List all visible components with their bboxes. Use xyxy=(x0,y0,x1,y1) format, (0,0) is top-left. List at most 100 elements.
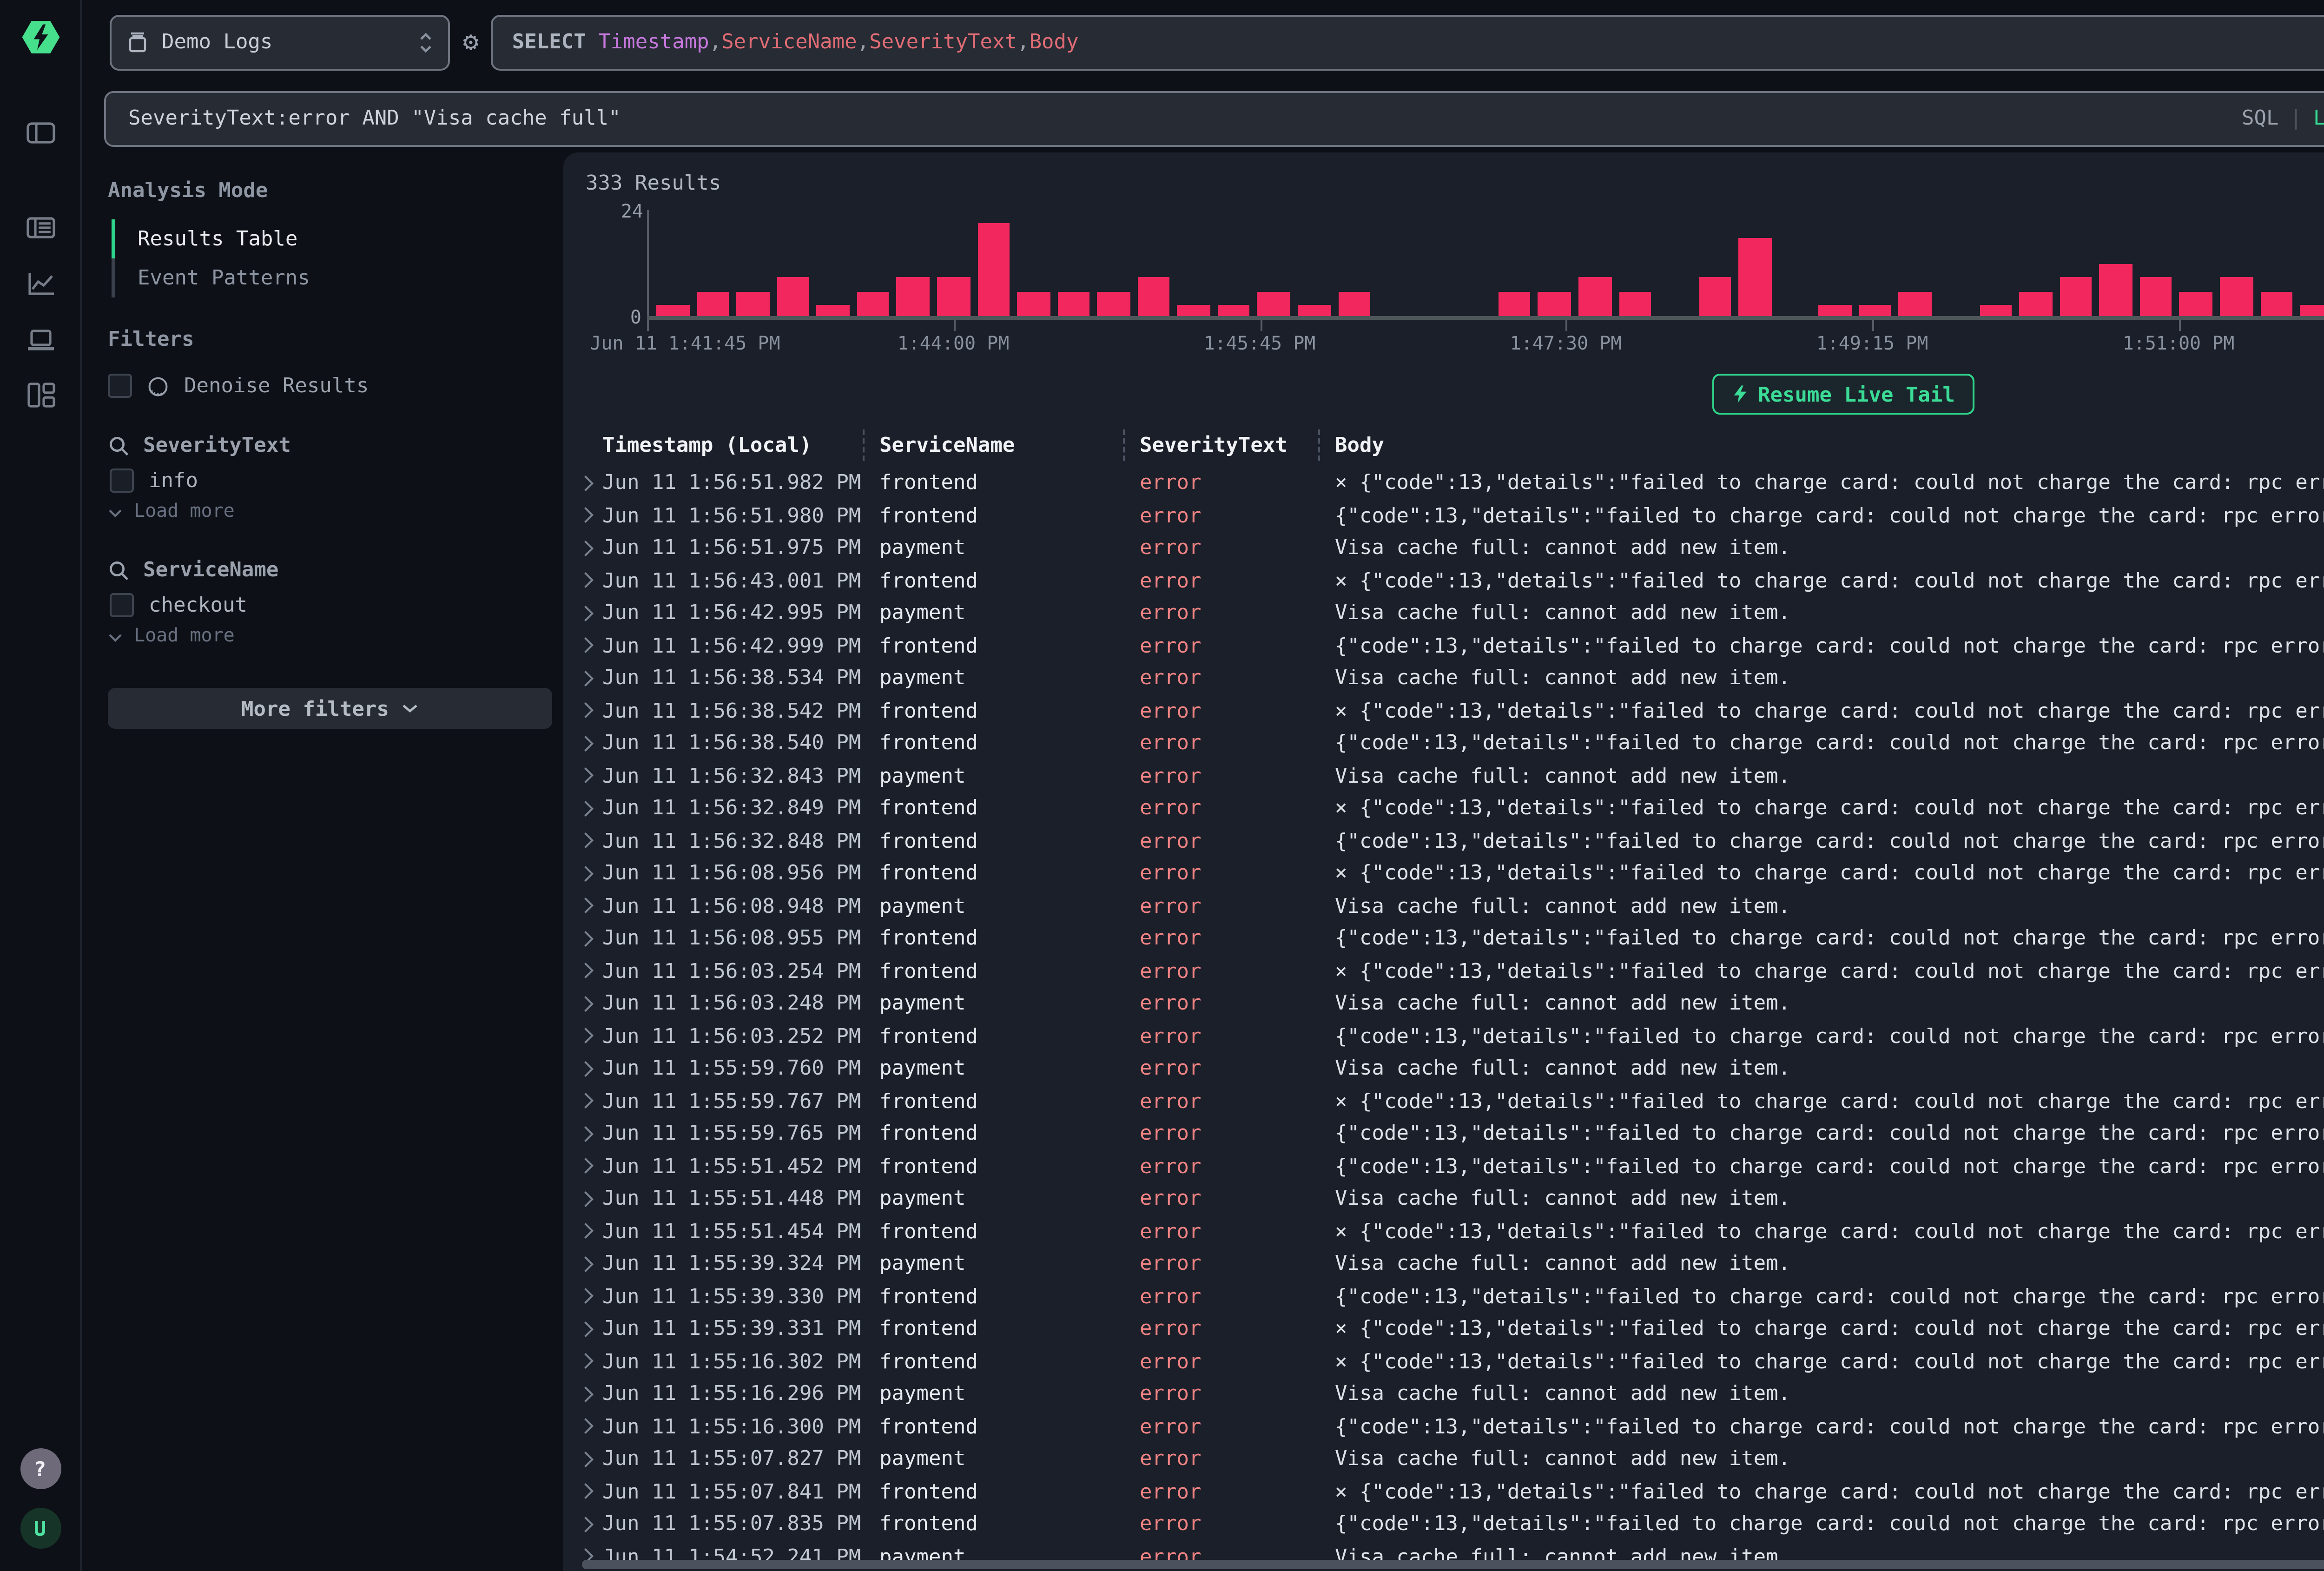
table-row[interactable]: Jun 11 1:55:07.835 PMfrontenderror{"code… xyxy=(563,1508,2324,1540)
row-expand-chevron[interactable] xyxy=(576,1486,602,1497)
filter-group-header[interactable]: SeverityText xyxy=(108,428,563,463)
table-row[interactable]: Jun 11 1:56:32.848 PMfrontenderror{"code… xyxy=(563,825,2324,857)
histogram-bar[interactable] xyxy=(1498,291,1531,318)
denoise-checkbox[interactable] xyxy=(108,374,132,398)
table-row[interactable]: Jun 11 1:56:32.843 PMpaymenterrorVisa ca… xyxy=(563,759,2324,792)
table-row[interactable]: Jun 11 1:55:39.330 PMfrontenderror{"code… xyxy=(563,1280,2324,1313)
row-expand-chevron[interactable] xyxy=(576,1453,602,1465)
table-row[interactable]: Jun 11 1:55:39.324 PMpaymenterrorVisa ca… xyxy=(563,1248,2324,1280)
histogram-bar[interactable] xyxy=(1097,291,1130,318)
table-row[interactable]: Jun 11 1:55:16.302 PMfrontenderror× {"co… xyxy=(563,1345,2324,1378)
select-query-input[interactable]: SELECT Timestamp, ServiceName, SeverityT… xyxy=(492,14,2324,70)
table-row[interactable]: Jun 11 1:56:08.956 PMfrontenderror× {"co… xyxy=(563,857,2324,890)
app-logo-icon[interactable] xyxy=(20,17,60,58)
horizontal-scrollbar-thumb[interactable] xyxy=(582,1560,2324,1569)
filter-checkbox-info[interactable] xyxy=(110,468,134,492)
histogram-bar[interactable] xyxy=(777,277,809,318)
row-expand-chevron[interactable] xyxy=(576,1096,602,1107)
filter-checkbox-checkout[interactable] xyxy=(110,592,134,616)
denoise-results-row[interactable]: Denoise Results xyxy=(108,368,563,403)
table-row[interactable]: Jun 11 1:56:08.955 PMfrontenderror{"code… xyxy=(563,922,2324,955)
row-expand-chevron[interactable] xyxy=(576,835,602,846)
user-avatar[interactable]: U xyxy=(20,1508,60,1549)
column-header-timestamp[interactable]: Timestamp (Local) xyxy=(602,433,879,457)
row-expand-chevron[interactable] xyxy=(576,575,602,586)
table-row[interactable]: Jun 11 1:56:08.948 PMpaymenterrorVisa ca… xyxy=(563,890,2324,922)
source-select[interactable]: Demo Logs xyxy=(110,14,450,70)
row-expand-chevron[interactable] xyxy=(576,803,602,814)
row-expand-chevron[interactable] xyxy=(576,1323,602,1334)
table-row[interactable]: Jun 11 1:56:03.254 PMfrontenderror× {"co… xyxy=(563,955,2324,987)
histogram-bar[interactable] xyxy=(2260,291,2292,318)
histogram-bar[interactable] xyxy=(1538,291,1571,318)
table-row[interactable]: Jun 11 1:56:43.001 PMfrontenderror× {"co… xyxy=(563,564,2324,597)
table-row[interactable]: Jun 11 1:56:38.542 PMfrontenderror× {"co… xyxy=(563,694,2324,727)
mode-lucene[interactable]: Lucene xyxy=(2313,106,2324,130)
table-row[interactable]: Jun 11 1:55:07.827 PMpaymenterrorVisa ca… xyxy=(563,1443,2324,1475)
sidebar-item-event-patterns[interactable]: Event Patterns xyxy=(108,258,563,297)
row-expand-chevron[interactable] xyxy=(576,705,602,716)
histogram-bar[interactable] xyxy=(2060,277,2092,318)
row-expand-chevron[interactable] xyxy=(576,1226,602,1237)
row-expand-chevron[interactable] xyxy=(576,1291,602,1302)
table-row[interactable]: Jun 11 1:55:16.300 PMfrontenderror{"code… xyxy=(563,1410,2324,1443)
table-row[interactable]: Jun 11 1:55:51.448 PMpaymenterrorVisa ca… xyxy=(563,1182,2324,1215)
search-input[interactable]: SeverityText:error AND "Visa cache full"… xyxy=(104,90,2324,146)
row-expand-chevron[interactable] xyxy=(576,770,602,781)
row-expand-chevron[interactable] xyxy=(576,738,602,749)
row-expand-chevron[interactable] xyxy=(576,640,602,651)
row-expand-chevron[interactable] xyxy=(576,965,602,977)
row-expand-chevron[interactable] xyxy=(576,900,602,911)
histogram-bar[interactable] xyxy=(2139,277,2172,318)
row-expand-chevron[interactable] xyxy=(576,1128,602,1139)
histogram-bar[interactable] xyxy=(1057,291,1090,318)
resume-live-tail-button[interactable]: Resume Live Tail xyxy=(1711,374,1975,415)
table-row[interactable]: Jun 11 1:56:42.999 PMfrontenderror{"code… xyxy=(563,629,2324,662)
row-expand-chevron[interactable] xyxy=(576,998,602,1009)
row-expand-chevron[interactable] xyxy=(576,542,602,554)
column-header-severitytext[interactable]: SeverityText xyxy=(1140,433,1335,457)
table-row[interactable]: Jun 11 1:56:51.980 PMfrontenderror{"code… xyxy=(563,499,2324,532)
table-row[interactable]: Jun 11 1:56:03.248 PMpaymenterrorVisa ca… xyxy=(563,987,2324,1020)
column-header-servicename[interactable]: ServiceName xyxy=(879,433,1140,457)
histogram-bar[interactable] xyxy=(1618,291,1651,318)
histogram-bar[interactable] xyxy=(1137,277,1170,318)
histogram-bar[interactable] xyxy=(2100,264,2132,318)
table-row[interactable]: Jun 11 1:55:59.760 PMpaymenterrorVisa ca… xyxy=(563,1052,2324,1085)
filter-option-checkout[interactable]: checkout xyxy=(108,587,563,621)
histogram-bar[interactable] xyxy=(696,291,729,318)
table-row[interactable]: Jun 11 1:55:51.454 PMfrontenderror× {"co… xyxy=(563,1215,2324,1248)
table-row[interactable]: Jun 11 1:55:51.452 PMfrontenderror{"code… xyxy=(563,1150,2324,1182)
row-expand-chevron[interactable] xyxy=(576,1258,602,1269)
row-expand-chevron[interactable] xyxy=(576,1193,602,1204)
histogram-bar[interactable] xyxy=(857,291,889,318)
dashboard-icon[interactable] xyxy=(25,381,55,409)
help-button[interactable]: ? xyxy=(20,1448,60,1489)
table-row[interactable]: Jun 11 1:56:42.995 PMpaymenterrorVisa ca… xyxy=(563,597,2324,629)
histogram-bar[interactable] xyxy=(737,291,769,318)
sidebar-item-results-table[interactable]: Results Table xyxy=(108,219,563,258)
table-row[interactable]: Jun 11 1:55:39.331 PMfrontenderror× {"co… xyxy=(563,1313,2324,1345)
table-row[interactable]: Jun 11 1:55:16.296 PMpaymenterrorVisa ca… xyxy=(563,1378,2324,1410)
table-row[interactable]: Jun 11 1:55:59.765 PMfrontenderror{"code… xyxy=(563,1117,2324,1150)
filter-group-header[interactable]: ServiceName xyxy=(108,552,563,587)
histogram-bar[interactable] xyxy=(1578,277,1611,318)
table-row[interactable]: Jun 11 1:56:51.982 PMfrontenderror× {"co… xyxy=(563,467,2324,499)
logs-list-icon[interactable] xyxy=(25,214,55,242)
histogram-bar[interactable] xyxy=(2180,291,2212,318)
row-expand-chevron[interactable] xyxy=(576,673,602,684)
histogram-bar[interactable] xyxy=(897,277,930,318)
table-row[interactable]: Jun 11 1:56:38.534 PMpaymenterrorVisa ca… xyxy=(563,662,2324,694)
histogram-bar[interactable] xyxy=(2020,291,2052,318)
table-row[interactable]: Jun 11 1:56:32.849 PMfrontenderror× {"co… xyxy=(563,792,2324,825)
row-expand-chevron[interactable] xyxy=(576,1161,602,1172)
histogram-bar[interactable] xyxy=(1258,291,1290,318)
histogram-bar[interactable] xyxy=(937,277,970,318)
gear-icon[interactable]: ⚙ xyxy=(463,29,479,55)
load-more-servicename[interactable]: Load more xyxy=(108,621,563,653)
row-expand-chevron[interactable] xyxy=(576,607,602,619)
histogram-bar[interactable] xyxy=(1338,291,1370,318)
histogram-bar[interactable] xyxy=(1699,277,1731,318)
histogram-bar[interactable] xyxy=(1739,237,1771,318)
row-expand-chevron[interactable] xyxy=(576,1421,602,1432)
